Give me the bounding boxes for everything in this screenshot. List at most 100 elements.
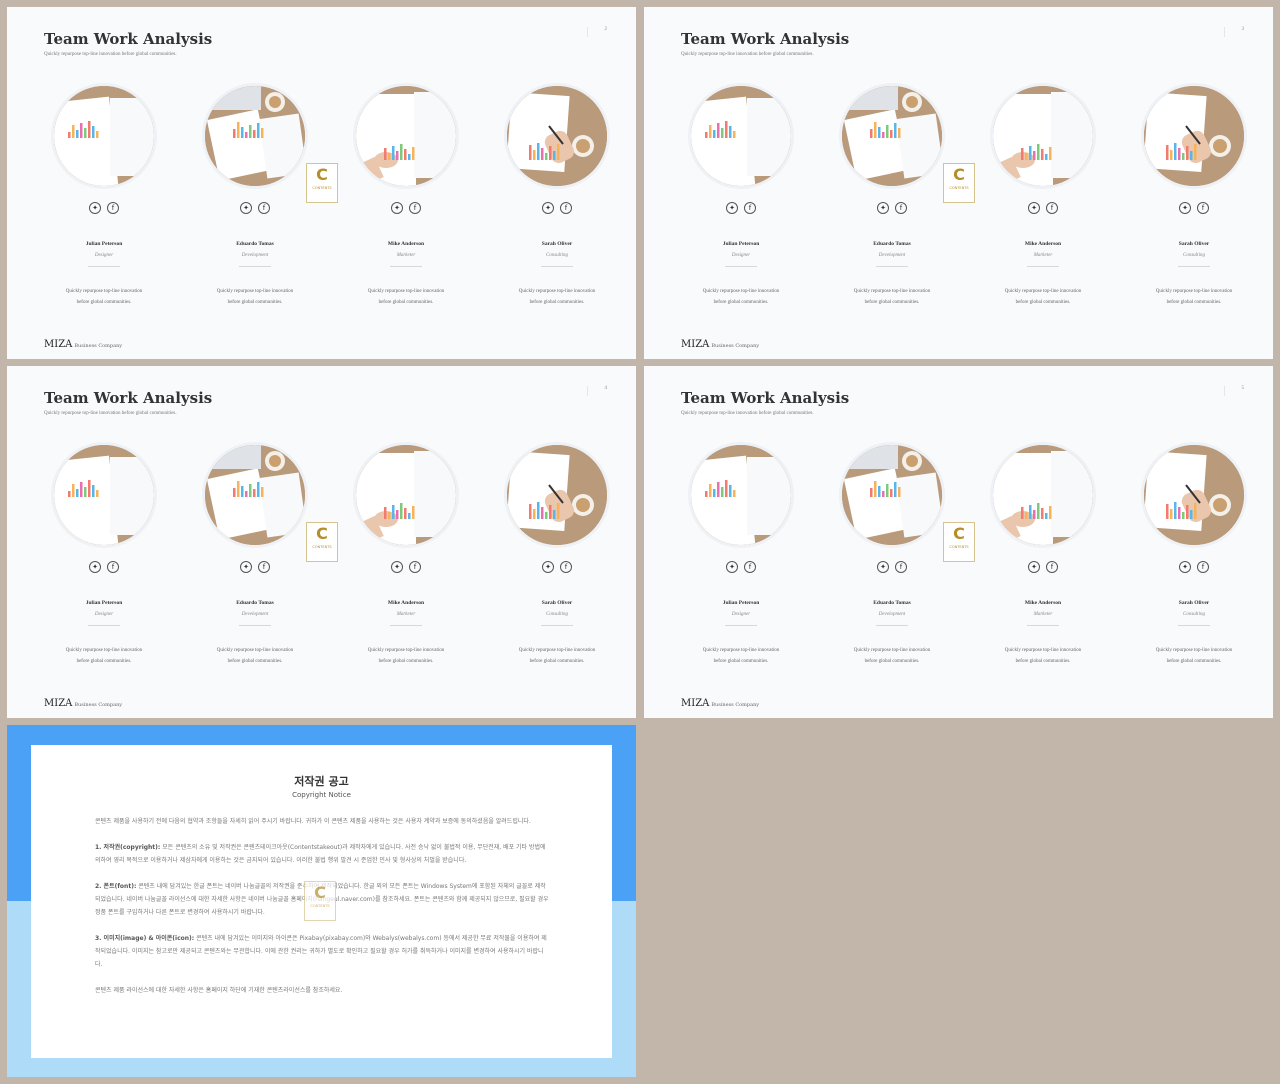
member-role: Marketer xyxy=(1033,612,1053,617)
member-photo xyxy=(353,442,459,548)
divider xyxy=(390,625,422,626)
facebook-icon[interactable]: f xyxy=(895,202,907,214)
facebook-icon[interactable]: f xyxy=(1197,561,1209,573)
facebook-icon[interactable]: f xyxy=(560,202,572,214)
team-member-card: ✦ f Eduardo Tomas Development Quickly repurp… xyxy=(832,366,952,718)
team-member-card: ✦ f Sarah Oliver Consulting Quickly repurpos… xyxy=(497,7,617,359)
member-photo xyxy=(504,442,610,548)
facebook-icon[interactable]: f xyxy=(107,561,119,573)
member-photo xyxy=(839,83,945,189)
badge-letter: C xyxy=(953,165,965,184)
twitter-icon[interactable]: ✦ xyxy=(89,561,101,573)
twitter-icon[interactable]: ✦ xyxy=(726,202,738,214)
badge-text: CONTENTS xyxy=(312,545,332,549)
photo-image xyxy=(205,86,305,186)
social-links: ✦ f xyxy=(681,202,801,214)
twitter-icon[interactable]: ✦ xyxy=(1179,202,1191,214)
photo-image xyxy=(993,86,1093,186)
facebook-icon[interactable]: f xyxy=(560,561,572,573)
facebook-icon[interactable]: f xyxy=(258,561,270,573)
member-name: Sarah Oliver xyxy=(541,600,573,606)
divider xyxy=(1178,625,1210,626)
twitter-icon[interactable]: ✦ xyxy=(391,202,403,214)
team-member-card: ✦ f Sarah Oliver Consulting Quickly repurpos… xyxy=(497,366,617,718)
member-name: Mike Anderson xyxy=(1024,241,1062,247)
badge-letter: C xyxy=(316,165,328,184)
member-name: Julian Peterson xyxy=(85,241,123,247)
member-role: Consulting xyxy=(1183,612,1205,617)
photo-image xyxy=(54,445,154,545)
badge-letter: C xyxy=(953,524,965,543)
social-links: ✦ f xyxy=(195,561,315,573)
member-name: Eduardo Tomas xyxy=(236,600,274,606)
facebook-icon[interactable]: f xyxy=(1046,202,1058,214)
twitter-icon[interactable]: ✦ xyxy=(877,202,889,214)
member-description: Quickly repurpose top-line innovation bef… xyxy=(702,289,780,305)
facebook-icon[interactable]: f xyxy=(744,202,756,214)
twitter-icon[interactable]: ✦ xyxy=(542,561,554,573)
twitter-icon[interactable]: ✦ xyxy=(89,202,101,214)
badge-text: CONTENTS xyxy=(949,545,969,549)
photo-image xyxy=(54,86,154,186)
photo-image xyxy=(1144,86,1244,186)
social-links: ✦ f xyxy=(497,561,617,573)
contents-watermark-logo: C CONTENTS xyxy=(306,522,338,562)
facebook-icon[interactable]: f xyxy=(409,202,421,214)
member-name: Mike Anderson xyxy=(387,600,425,606)
photo-image xyxy=(507,86,607,186)
twitter-icon[interactable]: ✦ xyxy=(1028,561,1040,573)
twitter-icon[interactable]: ✦ xyxy=(726,561,738,573)
notice-section-heading: 1. 저작권(copyright): xyxy=(95,844,161,851)
photo-image xyxy=(842,445,942,545)
facebook-icon[interactable]: f xyxy=(409,561,421,573)
photo-image xyxy=(691,86,791,186)
photo-image xyxy=(842,86,942,186)
twitter-icon[interactable]: ✦ xyxy=(391,561,403,573)
brand-logo: MIZA Business Company xyxy=(681,698,760,709)
contents-watermark-logo: C CONTENTS xyxy=(304,881,336,921)
badge-text: CONTENTS xyxy=(949,186,969,190)
twitter-icon[interactable]: ✦ xyxy=(1179,561,1191,573)
divider xyxy=(1178,266,1210,267)
notice-section-copyright: 1. 저작권(copyright): 모든 콘텐츠의 소유 및 저작권은 콘텐츠… xyxy=(95,841,550,867)
member-description: Quickly repurpose top-line innovation bef… xyxy=(1155,289,1233,305)
badge-letter: C xyxy=(316,524,328,543)
member-role: Designer xyxy=(731,253,751,258)
photo-image xyxy=(1144,445,1244,545)
social-links: ✦ f xyxy=(1134,202,1254,214)
member-role: Development xyxy=(878,612,906,617)
member-name: Eduardo Tomas xyxy=(873,600,911,606)
social-links: ✦ f xyxy=(983,561,1103,573)
member-role: Consulting xyxy=(546,612,568,617)
twitter-icon[interactable]: ✦ xyxy=(1028,202,1040,214)
photo-image xyxy=(356,86,456,186)
member-role: Development xyxy=(878,253,906,258)
team-slide-3: Team Work Analysis Quickly repurpose top-… xyxy=(644,7,1273,359)
twitter-icon[interactable]: ✦ xyxy=(877,561,889,573)
divider xyxy=(725,266,757,267)
member-name: Julian Peterson xyxy=(85,600,123,606)
photo-image xyxy=(691,445,791,545)
member-description: Quickly repurpose top-line innovation bef… xyxy=(367,648,445,664)
team-member-card: ✦ f Eduardo Tomas Development Quickly repurp… xyxy=(832,7,952,359)
member-description: Quickly repurpose top-line innovation bef… xyxy=(853,289,931,305)
twitter-icon[interactable]: ✦ xyxy=(240,561,252,573)
facebook-icon[interactable]: f xyxy=(744,561,756,573)
facebook-icon[interactable]: f xyxy=(107,202,119,214)
twitter-icon[interactable]: ✦ xyxy=(542,202,554,214)
member-name: Mike Anderson xyxy=(1024,600,1062,606)
facebook-icon[interactable]: f xyxy=(258,202,270,214)
brand-tagline: Business Company xyxy=(74,343,123,349)
member-description: Quickly repurpose top-line innovation bef… xyxy=(367,289,445,305)
member-role: Designer xyxy=(731,612,751,617)
facebook-icon[interactable]: f xyxy=(1046,561,1058,573)
facebook-icon[interactable]: f xyxy=(1197,202,1209,214)
member-photo xyxy=(990,442,1096,548)
social-links: ✦ f xyxy=(1134,561,1254,573)
facebook-icon[interactable]: f xyxy=(895,561,907,573)
team-member-card: ✦ f Mike Anderson Marketer Quickly repurpose… xyxy=(983,7,1103,359)
member-name: Eduardo Tomas xyxy=(873,241,911,247)
twitter-icon[interactable]: ✦ xyxy=(240,202,252,214)
social-links: ✦ f xyxy=(497,202,617,214)
badge-letter: C xyxy=(314,883,326,902)
